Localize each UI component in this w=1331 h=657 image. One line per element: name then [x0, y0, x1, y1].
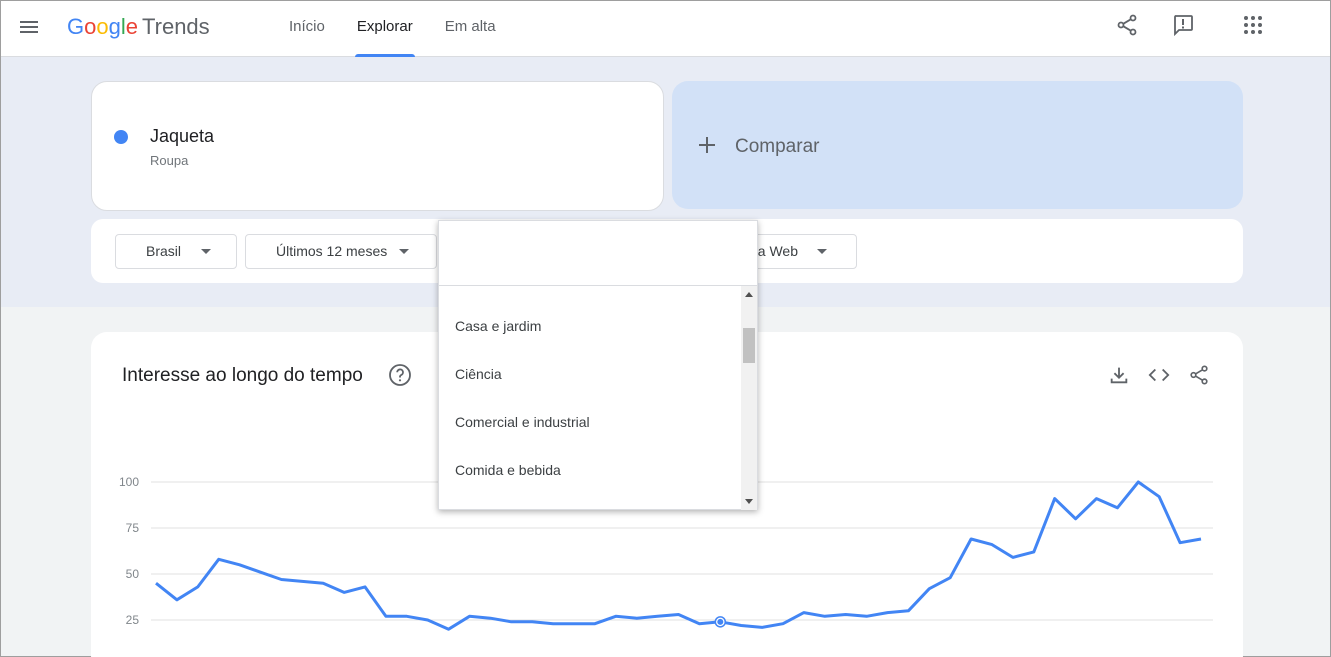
term-name[interactable]: Jaqueta [150, 126, 214, 147]
share-icon[interactable] [1115, 13, 1139, 37]
app-header: Google Trends Início Explorar Em alta [1, 1, 1330, 57]
scroll-up-arrow-icon[interactable] [745, 292, 753, 297]
tab-em-alta[interactable]: Em alta [429, 1, 512, 57]
period-filter-label: Últimos 12 meses [276, 243, 388, 259]
y-tick-label: 25 [126, 613, 140, 627]
term-color-dot [114, 130, 128, 144]
category-dropdown: Casa e jardim Ciência Comercial e indust… [438, 220, 758, 510]
y-tick-label: 75 [126, 521, 140, 535]
region-filter[interactable]: Brasil [115, 234, 237, 269]
category-list: Casa e jardim Ciência Comercial e indust… [439, 286, 741, 510]
caret-down-icon [201, 249, 211, 254]
scroll-down-arrow-icon[interactable] [745, 499, 753, 504]
category-item[interactable]: Ciência [455, 366, 502, 382]
plus-icon [699, 137, 715, 153]
category-item[interactable]: Casa e jardim [455, 318, 541, 334]
caret-down-icon [817, 249, 827, 254]
category-item[interactable]: Comercial e industrial [455, 414, 590, 430]
caret-down-icon [399, 249, 409, 254]
region-filter-label: Brasil [146, 243, 182, 259]
term-category: Roupa [150, 153, 189, 168]
tab-inicio[interactable]: Início [273, 1, 341, 57]
category-search [439, 221, 757, 286]
scroll-thumb[interactable] [743, 328, 755, 363]
dropdown-scrollbar[interactable] [741, 286, 757, 510]
period-filter[interactable]: Últimos 12 meses [245, 234, 437, 269]
main-nav: Início Explorar Em alta [273, 1, 512, 57]
y-tick-label: 50 [126, 567, 140, 581]
search-term-card[interactable]: Jaqueta Roupa [91, 81, 664, 211]
google-trends-logo[interactable]: Google Trends [67, 11, 210, 43]
tab-explorar[interactable]: Explorar [341, 1, 429, 57]
highlighted-data-point-core [717, 618, 724, 625]
compare-label: Comparar [735, 136, 820, 157]
hamburger-menu-icon[interactable] [17, 15, 41, 39]
category-item[interactable]: Comida e bebida [455, 462, 561, 478]
feedback-icon[interactable] [1171, 13, 1195, 37]
category-search-input[interactable] [439, 221, 757, 285]
compare-button[interactable]: Comparar [672, 81, 1243, 209]
apps-grid-icon[interactable] [1241, 13, 1265, 37]
y-tick-label: 100 [119, 475, 139, 489]
